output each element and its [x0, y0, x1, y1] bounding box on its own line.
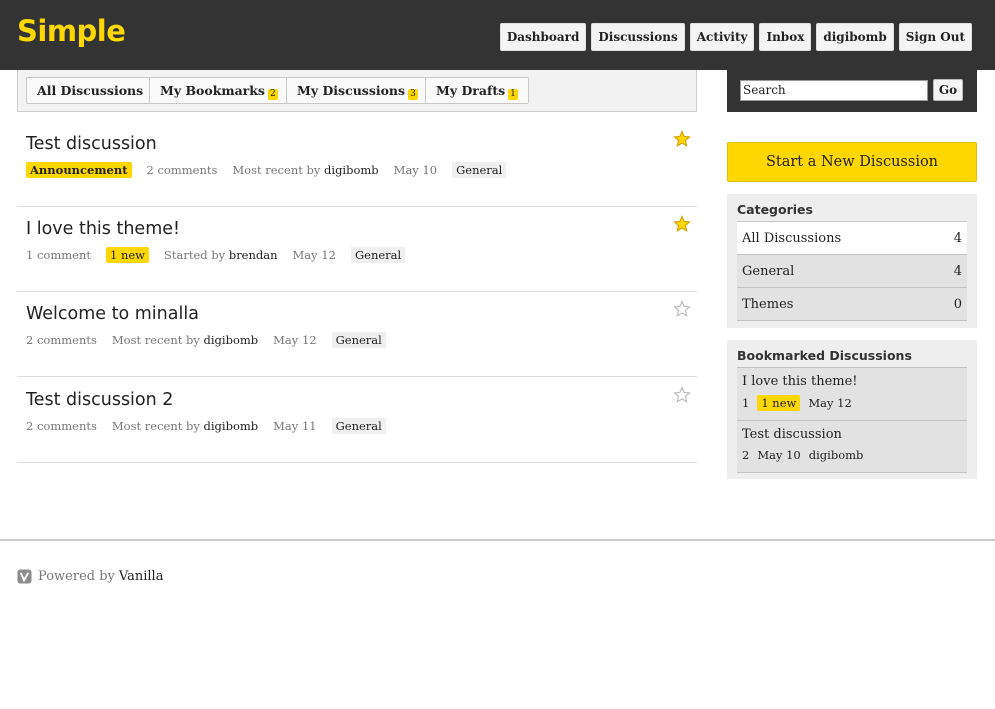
category-name: Themes [742, 297, 794, 312]
bookmarked-item-title[interactable]: I love this theme! [742, 374, 858, 389]
comment-count: 1 comment [26, 248, 91, 262]
bookmark-star-icon[interactable] [673, 300, 691, 318]
category-item-themes[interactable]: Themes 0 [737, 287, 967, 321]
tab-count-badge: 1 [508, 89, 518, 100]
nav-profile-button[interactable]: digibomb [816, 23, 894, 51]
vanilla-link[interactable]: Vanilla [119, 569, 164, 584]
categories-title: Categories [737, 202, 813, 217]
category-name: General [742, 264, 795, 279]
tab-count-badge: 3 [408, 89, 418, 100]
footer-divider [0, 539, 995, 541]
discussion-item: I love this theme! 1 comment 1 new Start… [17, 206, 697, 292]
tab-label: All Discussions [37, 83, 144, 98]
nav-dashboard-button[interactable]: Dashboard [499, 23, 587, 51]
category-link[interactable]: General [350, 247, 406, 263]
start-new-discussion-button[interactable]: Start a New Discussion [727, 142, 977, 182]
tab-my-drafts[interactable]: My Drafts 1 [425, 77, 529, 104]
comment-count: 2 [742, 448, 750, 462]
search-box: Search Go [727, 70, 977, 112]
category-link[interactable]: General [331, 332, 386, 348]
bookmarked-item-meta: 1 1 new May 12 [742, 395, 860, 411]
comment-count: 2 comments [26, 333, 97, 347]
bookmark-star-icon[interactable] [673, 386, 691, 404]
nav-signout-button[interactable]: Sign Out [898, 23, 972, 51]
category-name: All Discussions [742, 231, 842, 246]
tab-label: My Discussions [297, 83, 406, 98]
category-link[interactable]: General [452, 162, 507, 178]
discussion-tabs: All Discussions My Bookmarks 2 My Discuss… [17, 70, 697, 112]
announcement-tag: Announcement [26, 162, 132, 178]
last-activity: Most recent by digibomb [232, 163, 378, 177]
by-label: Most recent by [232, 163, 321, 177]
bookmarked-item-title[interactable]: Test discussion [742, 427, 842, 442]
search-go-button[interactable]: Go [933, 79, 963, 101]
last-activity: Started by brendan [164, 248, 278, 262]
bookmarked-item[interactable]: I love this theme! 1 1 new May 12 [737, 367, 967, 420]
tab-my-bookmarks[interactable]: My Bookmarks 2 [149, 77, 289, 104]
discussion-item: Test discussion 2 2 comments Most recent… [17, 377, 697, 463]
powered-by: Powered by Vanilla [17, 569, 163, 584]
discussion-title[interactable]: Test discussion 2 [26, 390, 173, 410]
discussion-meta: 2 comments Most recent by digibomb May 1… [26, 418, 401, 434]
bookmarked-item-date: May 12 [808, 396, 852, 410]
bookmarked-discussions-box: Bookmarked Discussions I love this theme… [727, 340, 977, 479]
top-nav: Dashboard Discussions Activity Inbox dig… [499, 23, 972, 51]
category-item-general[interactable]: General 4 [737, 254, 967, 287]
user-link[interactable]: digibomb [204, 419, 259, 433]
discussion-item: Welcome to minalla 2 comments Most recen… [17, 291, 697, 377]
site-logo[interactable]: Simple [17, 14, 126, 48]
new-comments-badge[interactable]: 1 new [757, 395, 801, 411]
by-label: Most recent by [111, 333, 200, 347]
by-label: Started by [164, 248, 226, 262]
tab-label: My Drafts [436, 83, 506, 98]
tab-label: My Bookmarks [160, 83, 265, 98]
tab-all-discussions[interactable]: All Discussions [26, 77, 155, 104]
nav-activity-button[interactable]: Activity [689, 23, 755, 51]
category-item-all[interactable]: All Discussions 4 [737, 221, 967, 254]
discussion-date: May 12 [292, 248, 336, 262]
discussion-date: May 12 [273, 333, 317, 347]
category-count: 0 [953, 297, 962, 312]
powered-by-label: Powered by [38, 569, 115, 584]
discussion-title[interactable]: I love this theme! [26, 219, 180, 239]
comment-count: 2 comments [26, 419, 97, 433]
user-link[interactable]: brendan [229, 248, 278, 262]
bookmark-star-icon[interactable] [673, 130, 691, 148]
nav-inbox-button[interactable]: Inbox [759, 23, 812, 51]
last-activity: Most recent by digibomb [112, 419, 258, 433]
bookmarked-item[interactable]: Test discussion 2 May 10 digibomb [737, 420, 967, 473]
category-count: 4 [953, 264, 962, 279]
user-link[interactable]: digibomb [204, 333, 259, 347]
search-input[interactable]: Search [740, 80, 928, 101]
category-link[interactable]: General [331, 418, 386, 434]
header: Simple Dashboard Discussions Activity In… [0, 0, 995, 70]
bookmarked-title: Bookmarked Discussions [737, 348, 912, 363]
discussion-title[interactable]: Welcome to minalla [26, 304, 199, 324]
tab-my-discussions[interactable]: My Discussions 3 [286, 77, 429, 104]
user-link[interactable]: digibomb [809, 448, 864, 462]
discussion-meta: 1 comment 1 new Started by brendan May 1… [26, 247, 420, 263]
new-comments-badge[interactable]: 1 new [105, 247, 150, 263]
tab-count-badge: 2 [267, 89, 278, 100]
comment-count: 2 comments [146, 163, 218, 177]
user-link[interactable]: digibomb [324, 163, 379, 177]
bookmark-star-icon[interactable] [673, 215, 691, 233]
discussion-meta: 2 comments Most recent by digibomb May 1… [26, 332, 401, 348]
last-activity: Most recent by digibomb [112, 333, 258, 347]
discussion-date: May 10 [393, 163, 438, 177]
nav-discussions-button[interactable]: Discussions [591, 23, 685, 51]
discussion-date: May 11 [273, 419, 317, 433]
category-count: 4 [953, 231, 962, 246]
vanilla-logo-icon [17, 569, 32, 584]
bookmarked-item-meta: 2 May 10 digibomb [742, 448, 871, 462]
bookmarked-item-date: May 10 [757, 448, 801, 462]
discussion-meta: Announcement 2 comments Most recent by d… [26, 162, 521, 178]
discussion-title[interactable]: Test discussion [26, 134, 157, 154]
discussion-item: Test discussion Announcement 2 comments … [17, 121, 697, 207]
by-label: Most recent by [111, 419, 200, 433]
categories-box: Categories All Discussions 4 General 4 T… [727, 194, 977, 328]
comment-count: 1 [742, 396, 750, 410]
